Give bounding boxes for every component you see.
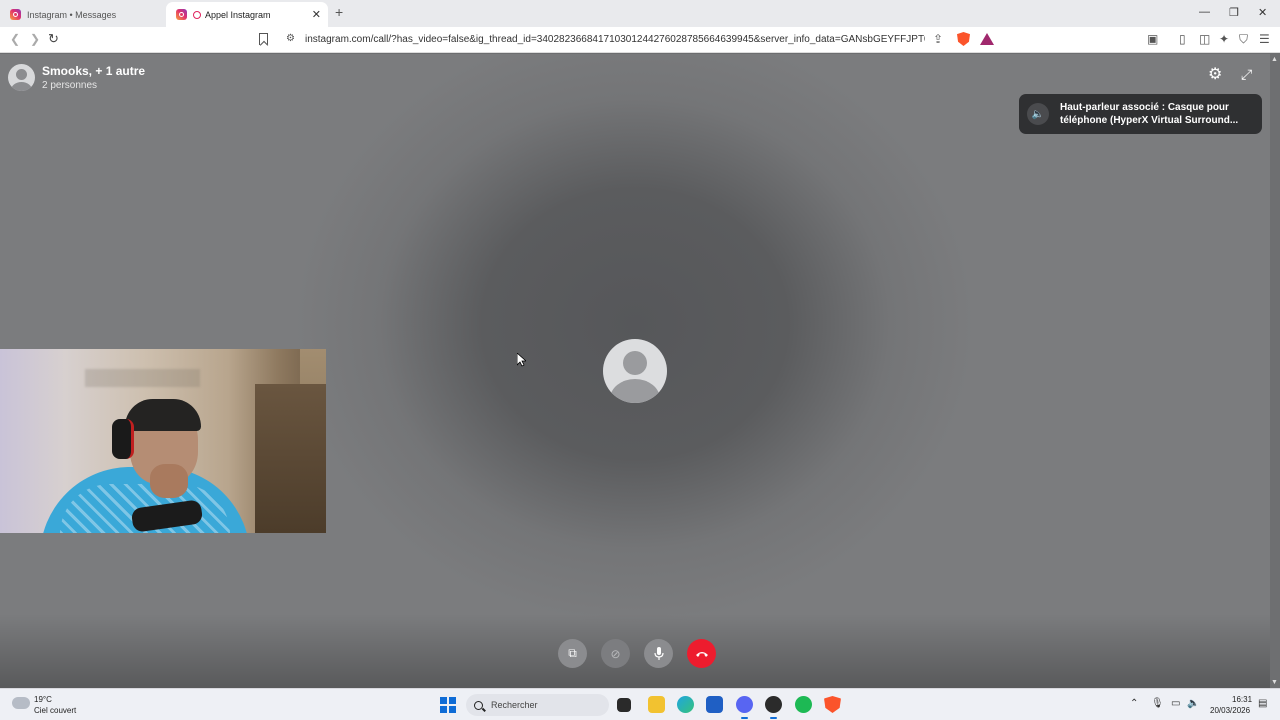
network-icon[interactable]: ▭: [1171, 698, 1180, 709]
brave-icon[interactable]: [824, 696, 841, 713]
gear-icon[interactable]: ⚙: [1208, 67, 1222, 83]
end-call-icon: [695, 651, 708, 657]
microphone-icon: [653, 646, 664, 660]
scroll-down-icon[interactable]: ▼: [1271, 679, 1278, 686]
mouse-cursor-icon: [517, 353, 526, 367]
expand-icon[interactable]: ⤢: [1241, 66, 1252, 82]
volume-icon[interactable]: 🔈: [1187, 698, 1199, 709]
brave-rewards-icon[interactable]: [980, 33, 994, 45]
search-icon: [474, 700, 483, 710]
camera-off-icon: ⊘: [610, 646, 621, 661]
taskbar: 19°C Ciel couvert Rechercher ⌃ 🎙 ▭ 🔈 16:…: [0, 688, 1280, 720]
tab-appel-instagram[interactable]: Appel Instagram ✕: [166, 2, 328, 27]
tab-instagram-messages[interactable]: Instagram • Messages: [0, 2, 166, 27]
chevron-up-icon[interactable]: ⌃: [1130, 698, 1138, 709]
brave-shield-icon[interactable]: [957, 32, 970, 46]
search-placeholder: Rechercher: [491, 700, 538, 710]
self-video-preview[interactable]: [0, 349, 326, 533]
call-participants-count: 2 personnes: [42, 80, 98, 91]
microphone-button[interactable]: [644, 639, 673, 668]
notification-icon[interactable]: ▤: [1258, 698, 1267, 709]
call-controls: ⧉ ⊘: [558, 639, 716, 668]
scrollbar[interactable]: [1270, 54, 1280, 688]
instagram-icon: [176, 9, 187, 20]
avatar: [8, 64, 35, 91]
windows-start-icon[interactable]: [440, 697, 456, 713]
close-tab-icon[interactable]: ✕: [312, 8, 321, 21]
vpn-icon[interactable]: ⛉: [1239, 32, 1248, 47]
microphone-tray-icon[interactable]: 🎙: [1151, 698, 1164, 709]
recording-icon: [193, 10, 201, 19]
screen-share-icon: ⧉: [568, 646, 577, 660]
camera-button[interactable]: ⊘: [601, 639, 630, 668]
scroll-up-icon[interactable]: ▲: [1271, 56, 1278, 63]
video-person: [112, 419, 134, 459]
screen-share-button[interactable]: ⧉: [558, 639, 587, 668]
back-button[interactable]: ❮: [10, 32, 20, 46]
instagram-icon: [10, 9, 21, 20]
close-window-button[interactable]: ✕: [1258, 6, 1267, 19]
site-settings-icon[interactable]: ⚙: [286, 33, 295, 44]
menu-icon[interactable]: ☰: [1259, 32, 1270, 46]
cloud-icon[interactable]: [12, 697, 30, 709]
forward-button[interactable]: ❯: [30, 32, 40, 46]
clock-time[interactable]: 16:31: [1232, 695, 1252, 704]
taskbar-search[interactable]: Rechercher: [466, 694, 609, 716]
browser-toolbar: ❮ ❯ ↻ ⚙ instagram.com/call/?has_video=fa…: [0, 27, 1280, 53]
app-icon[interactable]: [765, 696, 782, 719]
leo-ai-icon[interactable]: ✦: [1219, 32, 1229, 46]
tab-title: Instagram • Messages: [27, 9, 117, 20]
end-call-button[interactable]: [687, 639, 716, 668]
task-view-icon[interactable]: [617, 698, 631, 712]
store-icon[interactable]: [706, 696, 723, 713]
wallet-icon[interactable]: ◫: [1199, 32, 1210, 46]
discord-icon[interactable]: [736, 696, 753, 719]
clock-date[interactable]: 20/03/2026: [1210, 706, 1250, 715]
new-tab-button[interactable]: +: [335, 4, 343, 20]
reload-button[interactable]: ↻: [48, 31, 59, 47]
call-view: Smooks, + 1 autre 2 personnes ⚙ ⤢ 🔈 Haut…: [0, 54, 1270, 688]
audio-device-toast: 🔈 Haut-parleur associé : Casque pour tél…: [1019, 94, 1262, 134]
weather-description[interactable]: Ciel couvert: [34, 706, 76, 715]
share-icon[interactable]: ⇪: [933, 32, 943, 46]
media-icon[interactable]: ▣: [1147, 32, 1158, 46]
toast-message: Haut-parleur associé : Casque pour télép…: [1060, 102, 1239, 126]
video-person: [150, 464, 188, 498]
remote-participant-avatar: [603, 339, 667, 403]
tab-title: Appel Instagram: [205, 9, 271, 20]
video-background: [255, 384, 326, 533]
call-participants-title[interactable]: Smooks, + 1 autre: [42, 64, 145, 78]
edge-icon[interactable]: [677, 696, 694, 713]
browser-tab-bar: Instagram • Messages Appel Instagram ✕ +…: [0, 0, 1280, 27]
file-explorer-icon[interactable]: [648, 696, 665, 713]
speaker-icon: 🔈: [1027, 103, 1049, 125]
video-person: [125, 399, 201, 431]
bookmark-icon[interactable]: [259, 33, 268, 45]
spotify-icon[interactable]: [795, 696, 812, 713]
minimize-button[interactable]: —: [1199, 6, 1210, 18]
call-header: Smooks, + 1 autre 2 personnes: [8, 64, 145, 93]
sidebar-icon[interactable]: ▯: [1179, 32, 1186, 46]
restore-button[interactable]: ❐: [1229, 6, 1239, 19]
video-background: [85, 369, 200, 387]
address-bar[interactable]: instagram.com/call/?has_video=false&ig_t…: [305, 34, 925, 45]
weather-temperature[interactable]: 19°C: [34, 695, 52, 704]
